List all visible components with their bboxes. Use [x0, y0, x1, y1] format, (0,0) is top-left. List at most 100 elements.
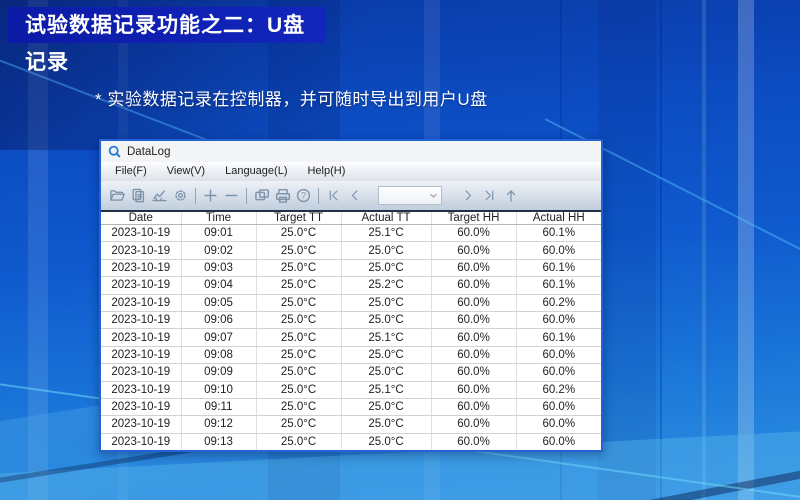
table-cell: 2023-10-19 — [101, 294, 182, 312]
table-cell: 60.0% — [542, 435, 576, 448]
table-row[interactable]: 2023-10-19 09:04 25.0°C 25.2°C 60.0% 60.1% — [101, 276, 601, 295]
print-preview-icon[interactable] — [251, 185, 272, 207]
table-cell: 25.0°C — [341, 346, 432, 365]
table-cell: 25.1°C — [341, 328, 432, 347]
table-row[interactable]: 2023-10-19 09:06 25.0°C 25.0°C 60.0% 60.0% — [101, 311, 601, 330]
table-cell: 2023-10-19 — [101, 398, 182, 417]
table-row[interactable]: 2023-10-19 09:05 25.0°C 25.0°C 60.0% 60.2% — [101, 294, 601, 312]
app-window: DataLog File(F) View(V) Language(L) Help(H)… — [99, 139, 603, 452]
zoom-in-icon[interactable] — [200, 185, 221, 207]
toolbar-separator — [246, 187, 247, 204]
gear-icon[interactable] — [170, 185, 191, 207]
copy-report-icon[interactable] — [128, 185, 149, 207]
column-header[interactable]: Time — [181, 212, 257, 225]
table-cell: 25.1°C — [341, 224, 432, 243]
table-cell: 60.0% — [431, 294, 517, 312]
table-cell: 25.0°C — [341, 294, 432, 312]
table-row[interactable]: 2023-10-19 09:07 25.0°C 25.1°C 60.0% 60.1% — [101, 328, 601, 347]
table-cell: 60.0% — [431, 415, 517, 434]
zoom-out-icon[interactable] — [221, 185, 242, 207]
table-row[interactable]: 2023-10-19 09:08 25.0°C 25.0°C 60.0% 60.0% — [101, 346, 601, 365]
column-header[interactable]: Target TT — [256, 212, 342, 225]
table-cell: 60.0% — [431, 328, 517, 347]
column-header[interactable]: Actual TT — [341, 212, 432, 225]
window-titlebar[interactable]: DataLog — [101, 141, 601, 162]
menu-view[interactable]: View(V) — [157, 162, 215, 181]
slide-title-banner: 试验数据记录功能之二：U盘记录 — [8, 7, 326, 74]
table-cell: 25.0°C — [256, 363, 342, 382]
table-cell: 60.0% — [516, 398, 601, 417]
table-row[interactable]: 2023-10-19 09:12 25.0°C 25.0°C 60.0% 60.0% — [101, 415, 601, 434]
bg-stripe — [598, 0, 656, 500]
table-cell: 60.1% — [516, 276, 601, 295]
column-header[interactable]: Date — [101, 212, 182, 225]
export-up-icon[interactable] — [500, 185, 521, 207]
table-row[interactable]: 2023-10-19 09:11 25.0°C 25.0°C 60.0% 60.0% — [101, 398, 601, 417]
table-cell: 25.0°C — [256, 433, 342, 450]
table-cell: 60.1% — [516, 224, 601, 243]
table-cell: 25.0°C — [256, 259, 342, 278]
table-row[interactable]: 2023-10-19 09:10 25.0°C 25.1°C 60.0% 60.2% — [101, 381, 601, 399]
table-row[interactable]: 2023-10-19 09:02 25.0°C 25.0°C 60.0% 60.0% — [101, 241, 601, 260]
table-cell: 25.2°C — [341, 276, 432, 295]
table-cell: 60.0% — [516, 415, 601, 434]
slide-subtitle: * 实验数据记录在控制器，并可随时导出到用户U盘 — [95, 90, 488, 109]
table-cell: 60.1% — [516, 259, 601, 278]
table-cell: 25.0°C — [256, 328, 342, 347]
menu-language[interactable]: Language(L) — [215, 162, 297, 181]
table-cell: 60.2% — [516, 381, 601, 399]
table-cell: 09:10 — [181, 381, 257, 399]
table-cell: 25.0°C — [341, 241, 432, 260]
table-cell: 60.0% — [431, 433, 517, 450]
table-cell: 60.0% — [431, 346, 517, 365]
chevron-down-icon — [430, 193, 437, 198]
table-row[interactable]: 2023-10-19 09:01 25.0°C 25.1°C 60.0% 60.1% — [101, 224, 601, 243]
window-title: DataLog — [127, 145, 171, 158]
next-page-icon[interactable] — [458, 185, 479, 207]
table-cell: 09:08 — [181, 346, 257, 365]
table-cell: 25.0°C — [256, 224, 342, 243]
table-cell: 60.0% — [431, 224, 517, 243]
table-cell: 25.0°C — [341, 398, 432, 417]
table-cell: 25.0°C — [256, 415, 342, 434]
magnifier-icon — [108, 145, 121, 158]
table-cell: 2023-10-19 — [101, 328, 182, 347]
table-row[interactable]: 2023-10-19 09:03 25.0°C 25.0°C 60.0% 60.1% — [101, 259, 601, 278]
prev-page-icon[interactable] — [344, 185, 365, 207]
first-page-icon[interactable] — [323, 185, 344, 207]
table-row[interactable]: 2023-10-19 09:13 25.0°C 25.0°C 60.0% 60.0% — [101, 433, 601, 450]
bg-stripe — [660, 0, 662, 500]
table-header-row: Date Time Target TT Actual TT Target HH Actua… — [101, 212, 601, 225]
table-cell: 2023-10-19 — [101, 311, 182, 330]
table-cell: 25.1°C — [341, 381, 432, 399]
column-header[interactable]: Actual HH — [516, 212, 601, 225]
table-row[interactable]: 2023-10-19 09:09 25.0°C 25.0°C 60.0% 60.0% — [101, 363, 601, 382]
toolbar-separator — [195, 187, 196, 204]
table-cell: 2023-10-19 — [101, 224, 182, 243]
help-icon[interactable]: ? — [293, 185, 314, 207]
last-page-icon[interactable] — [479, 185, 500, 207]
slide-title: 试验数据记录功能之二：U盘记录 — [25, 14, 306, 74]
column-header[interactable]: Target HH — [431, 212, 517, 225]
print-icon[interactable] — [272, 185, 293, 207]
table-cell: 25.0°C — [256, 346, 342, 365]
table-cell: 60.0% — [431, 363, 517, 382]
open-folder-icon[interactable] — [107, 185, 128, 207]
table-cell: 60.0% — [431, 381, 517, 399]
toolbar: ? — [101, 181, 601, 212]
page-combobox[interactable] — [378, 186, 442, 205]
menu-help[interactable]: Help(H) — [297, 162, 355, 181]
table-cell: 09:03 — [181, 259, 257, 278]
table-cell: 60.0% — [431, 276, 517, 295]
table-cell: 25.0°C — [256, 398, 342, 417]
table-cell: 2023-10-19 — [101, 363, 182, 382]
data-table: Date Time Target TT Actual TT Target HH Actua… — [101, 212, 601, 450]
table-cell: 09:12 — [181, 415, 257, 434]
table-cell: 60.2% — [516, 294, 601, 312]
table-cell: 60.0% — [431, 311, 517, 330]
table-cell: 09:02 — [181, 241, 257, 260]
menu-bar: File(F) View(V) Language(L) Help(H) — [101, 162, 601, 181]
svg-text:?: ? — [301, 191, 306, 201]
menu-file[interactable]: File(F) — [105, 162, 157, 181]
chart-icon[interactable] — [149, 185, 170, 207]
